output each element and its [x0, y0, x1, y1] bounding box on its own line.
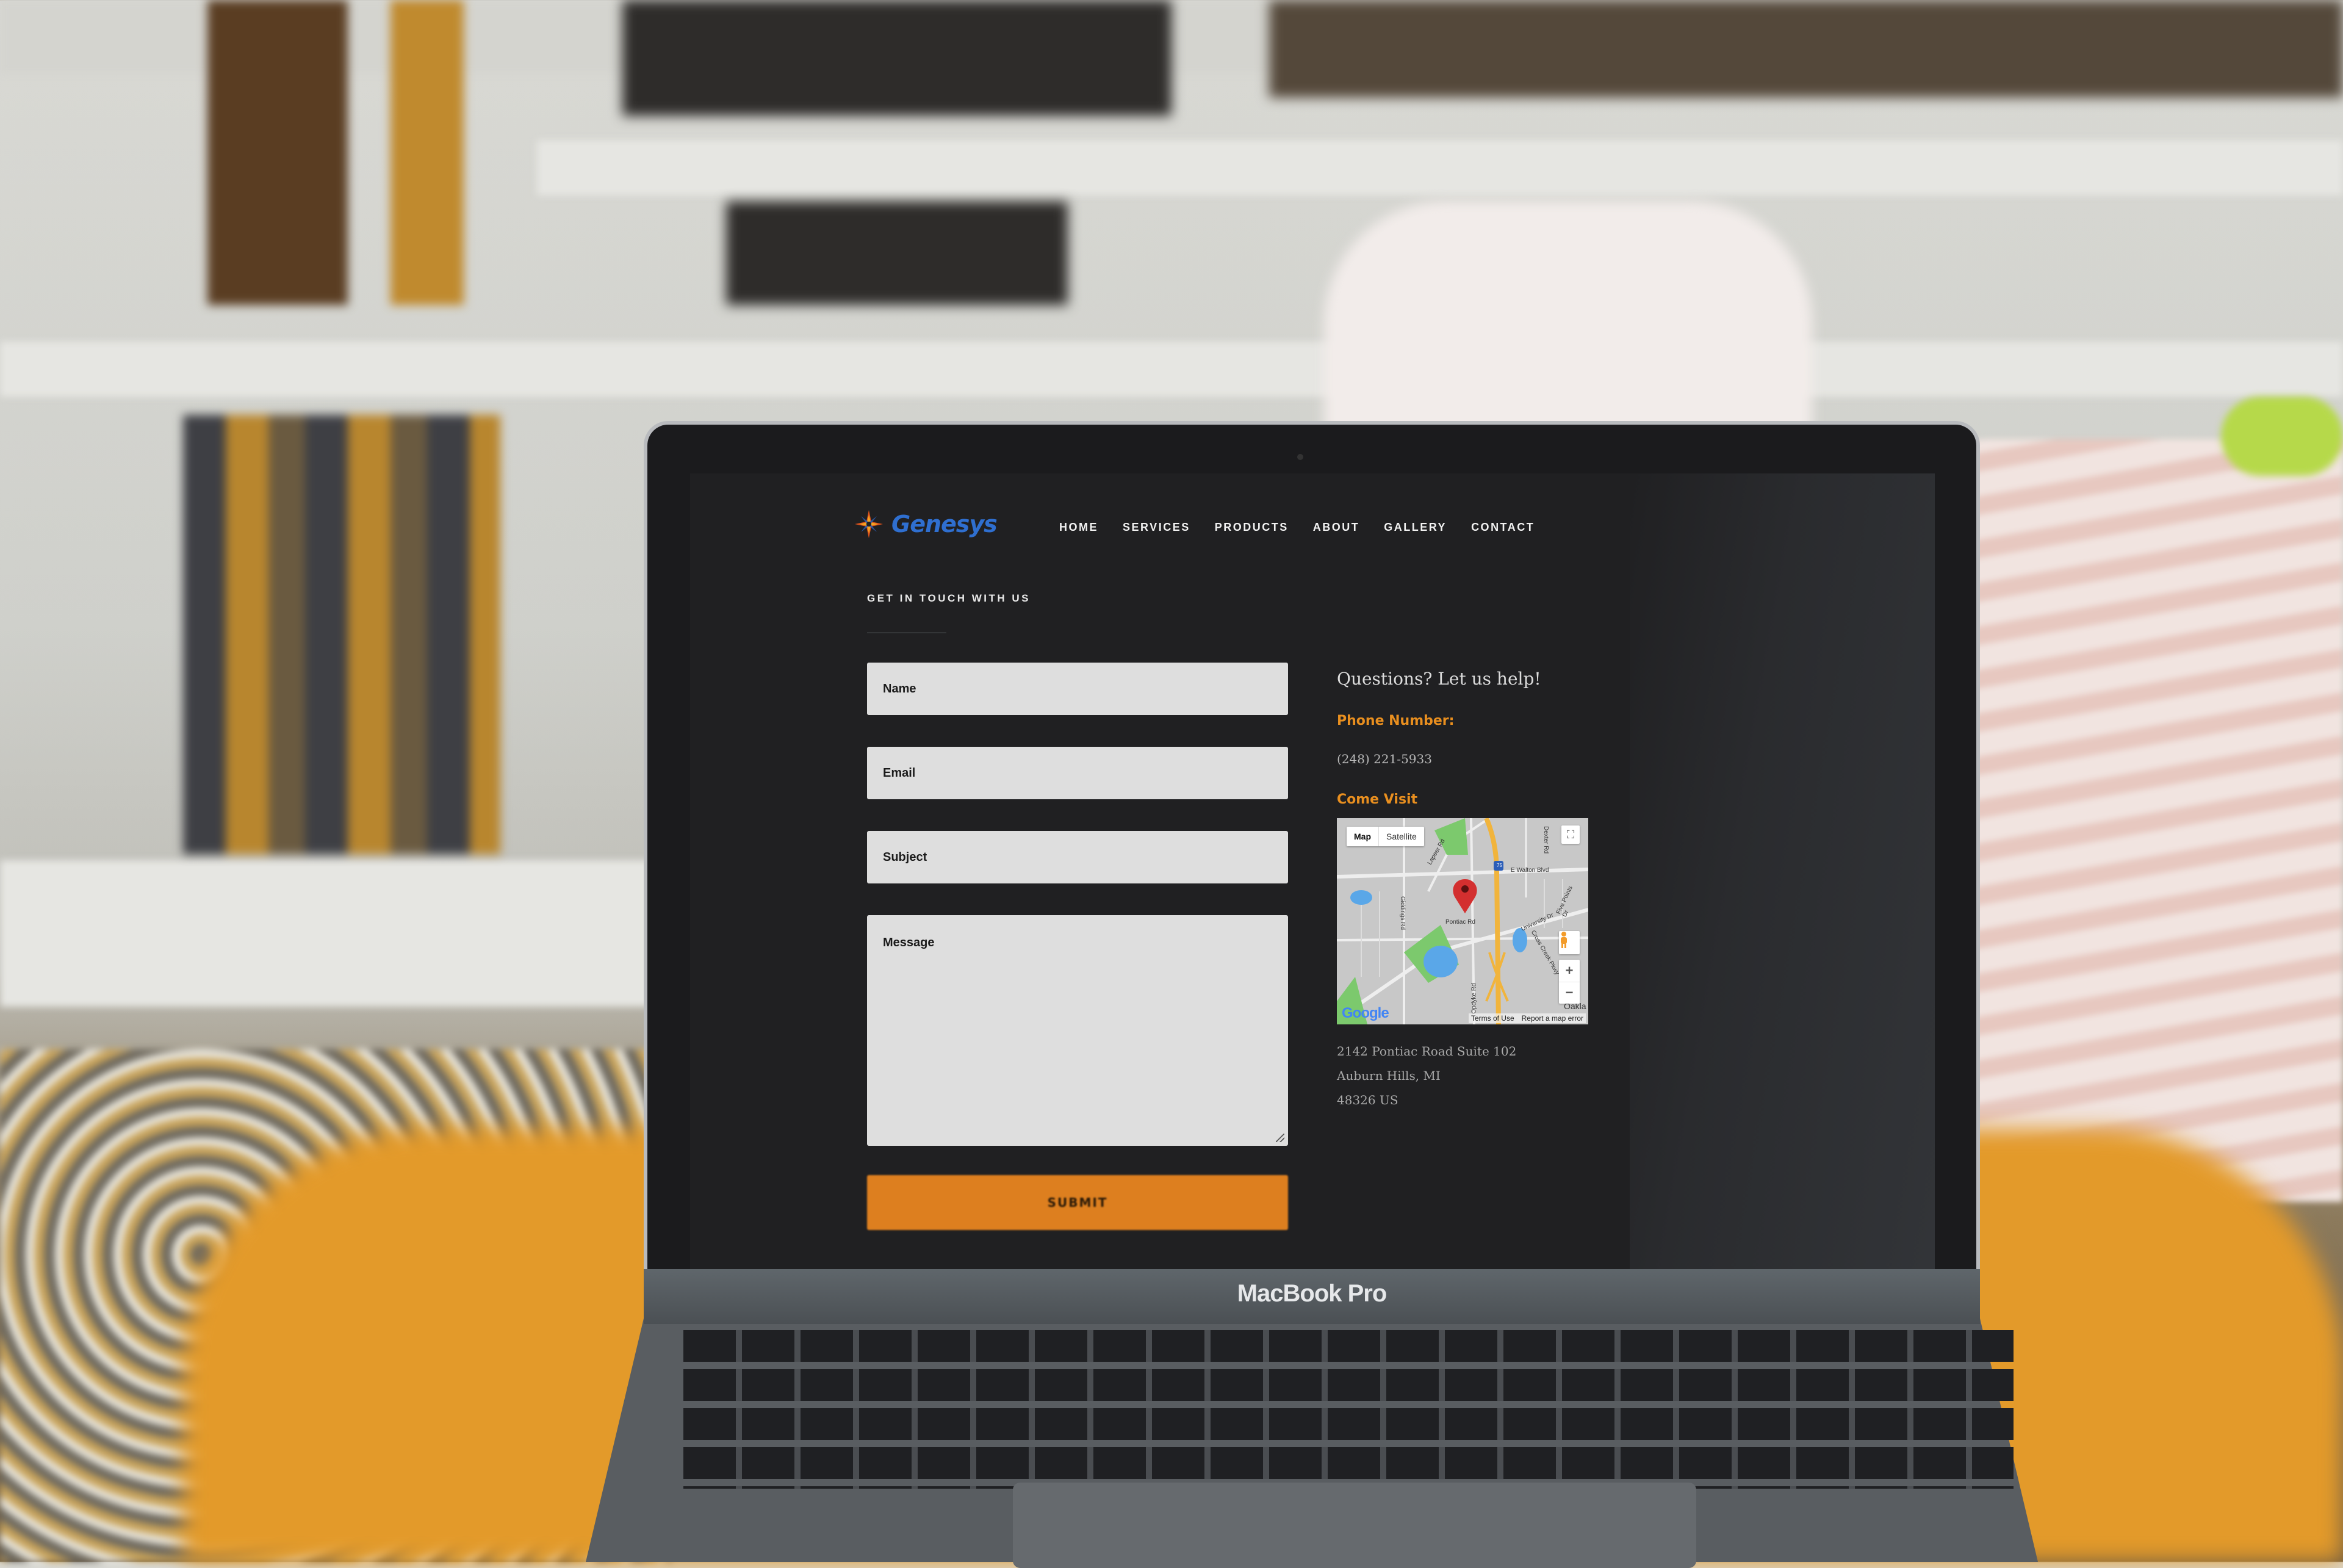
pegman-icon[interactable] [1559, 931, 1580, 954]
zoom-in-button[interactable]: + [1559, 960, 1580, 982]
map-label-pontiac: Pontiac Rd [1445, 919, 1475, 926]
map-label-walton: E Walton Blvd [1511, 867, 1549, 874]
subject-input[interactable]: Subject [867, 831, 1288, 883]
books-row [183, 415, 500, 854]
stereo-equipment [622, 0, 1172, 116]
shelf-board [0, 342, 2343, 397]
embedded-map[interactable]: 75 E Walton Blvd Lapeer Rd Giddings Rd P… [1337, 818, 1588, 1024]
laptop-lid: Genesys HOME SERVICES PRODUCTS ABOUT GAL… [644, 421, 1980, 1312]
router [726, 201, 1068, 305]
interstate-shield: 75 [1497, 863, 1502, 868]
map-zoom-controls: + − [1559, 960, 1580, 1004]
name-input[interactable]: Name [867, 663, 1288, 715]
book [207, 0, 348, 305]
nav-about[interactable]: ABOUT [1313, 521, 1360, 534]
main-nav: HOME SERVICES PRODUCTS ABOUT GALLERY CON… [1059, 521, 1535, 534]
google-logo: Google [1342, 1005, 1389, 1022]
address: 2142 Pontiac Road Suite 102 Auburn Hills… [1337, 1039, 1618, 1112]
map-type-satellite[interactable]: Satellite [1379, 827, 1424, 846]
nav-products[interactable]: PRODUCTS [1215, 521, 1289, 534]
message-placeholder: Message [883, 936, 935, 949]
nav-gallery[interactable]: GALLERY [1384, 521, 1447, 534]
device-brand-label: MacBook Pro [1237, 1280, 1387, 1307]
address-line: Auburn Hills, MI [1337, 1068, 1441, 1083]
laptop-trackpad [1013, 1483, 1696, 1568]
divider [867, 632, 946, 633]
resize-handle-icon[interactable] [1276, 1134, 1284, 1142]
submit-button[interactable]: SUBMIT [867, 1175, 1288, 1230]
stereo-equipment [1269, 0, 2343, 98]
logo-text: Genesys [891, 511, 998, 538]
site-logo[interactable]: Genesys [855, 510, 998, 538]
shelf-board [537, 140, 2343, 195]
zoom-out-button[interactable]: − [1559, 982, 1580, 1004]
address-line: 2142 Pontiac Road Suite 102 [1337, 1044, 1517, 1059]
map-label-dexter: Dexter Rd [1542, 825, 1550, 854]
laptop-keyboard [683, 1330, 2014, 1489]
subject-placeholder: Subject [883, 850, 927, 864]
map-type-toggle: Map Satellite [1347, 827, 1424, 846]
laptop-screen: Genesys HOME SERVICES PRODUCTS ABOUT GAL… [690, 473, 1935, 1279]
report-error-link[interactable]: Report a map error [1522, 1014, 1583, 1023]
nav-home[interactable]: HOME [1059, 521, 1098, 534]
laptop-hinge: MacBook Pro [644, 1269, 1980, 1324]
map-label-giddings: Giddings Rd [1399, 896, 1406, 930]
phone-label: Phone Number: [1337, 713, 1455, 728]
address-line: 48326 US [1337, 1093, 1398, 1107]
knit-blanket [1916, 439, 2343, 1202]
nav-contact[interactable]: CONTACT [1471, 521, 1535, 534]
map-footer: Terms of Use Report a map error [1468, 1013, 1586, 1023]
email-input[interactable]: Email [867, 747, 1288, 799]
contact-form: Name Email Subject Message SUBMIT [867, 663, 1288, 1230]
section-eyebrow: GET IN TOUCH WITH US [867, 592, 1031, 604]
nav-services[interactable]: SERVICES [1123, 521, 1190, 534]
email-placeholder: Email [883, 766, 916, 780]
phone-number[interactable]: (248) 221-5933 [1337, 752, 1618, 766]
map-type-map[interactable]: Map [1347, 827, 1379, 846]
green-ball [2221, 397, 2343, 476]
terms-link[interactable]: Terms of Use [1471, 1014, 1514, 1023]
visit-label: Come Visit [1337, 792, 1418, 807]
contact-info: Questions? Let us help! Phone Number: (2… [1337, 669, 1618, 1112]
website: Genesys HOME SERVICES PRODUCTS ABOUT GAL… [690, 473, 1935, 1279]
shelf-board [0, 860, 671, 1007]
name-placeholder: Name [883, 682, 916, 696]
contact-heading: Questions? Let us help! [1337, 669, 1541, 689]
star-logo-icon [855, 510, 883, 538]
book [390, 0, 464, 305]
map-label-opdyke: Opdyke Rd [1470, 983, 1478, 1014]
google-logo-text: Google [1342, 1005, 1389, 1021]
camera-icon [1297, 454, 1303, 460]
fullscreen-icon[interactable]: ⛶ [1561, 825, 1580, 844]
message-textarea[interactable]: Message [867, 915, 1288, 1146]
